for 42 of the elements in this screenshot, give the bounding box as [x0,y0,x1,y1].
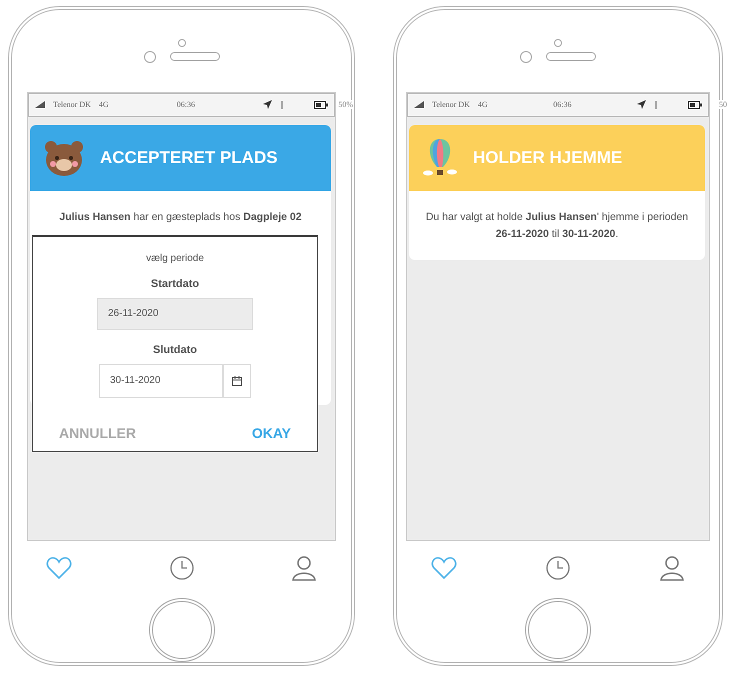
dialog-title: vælg periode [146,252,204,264]
carrier-text: Telenor DK [432,100,470,110]
start-date-field: 26-11-2020 [97,298,253,330]
time-text: 06:36 [553,100,572,110]
carrier-text: Telenor DK [53,100,91,110]
network-text: 4G [478,100,488,110]
signal-icon [414,101,424,108]
heart-icon[interactable] [431,556,457,580]
time-text: 06:36 [176,100,195,110]
cancel-button[interactable]: ANNULLER [59,424,136,441]
camera-icon [554,38,562,47]
home-button[interactable] [148,598,214,662]
end-date-label: Slutdato [153,344,197,356]
heart-icon[interactable] [46,556,72,580]
clock-icon[interactable] [545,555,571,582]
home-button[interactable] [525,598,591,662]
location-arrow-icon [263,100,272,110]
card-message: Julius Hansen har en gæsteplads hos Dagpleje 02 [58,210,303,225]
card-title: HOLDER HJEMME [473,148,622,168]
calendar-button[interactable] [223,364,251,398]
battery-percent-text: 50 [719,100,727,110]
camera-icon [178,38,186,47]
card-title: ACCEPTERET PLADS [100,148,278,168]
end-date-field[interactable]: 30-11-2020 [99,364,223,398]
location-arrow-icon [637,100,646,110]
lens-icon [520,50,532,63]
card-message: Du har valgt at holde Julius Hansen' hjemme i perioden 26-11-2020 til 30-11-2020. [424,210,690,242]
clock-icon[interactable] [168,555,194,582]
okay-button[interactable]: OKAY [252,424,291,441]
person-icon[interactable] [659,555,685,582]
person-icon[interactable] [291,555,317,582]
battery-percent-text: 50% [338,100,353,110]
calendar-icon [232,376,242,386]
battery-icon [314,100,328,109]
battery-icon [688,100,702,109]
speaker-icon [546,52,596,62]
lens-icon [144,50,156,63]
speaker-icon [170,52,220,62]
start-date-label: Startdato [150,278,200,290]
signal-icon [35,101,45,108]
network-text: 4G [98,100,109,110]
bear-icon [44,138,84,177]
